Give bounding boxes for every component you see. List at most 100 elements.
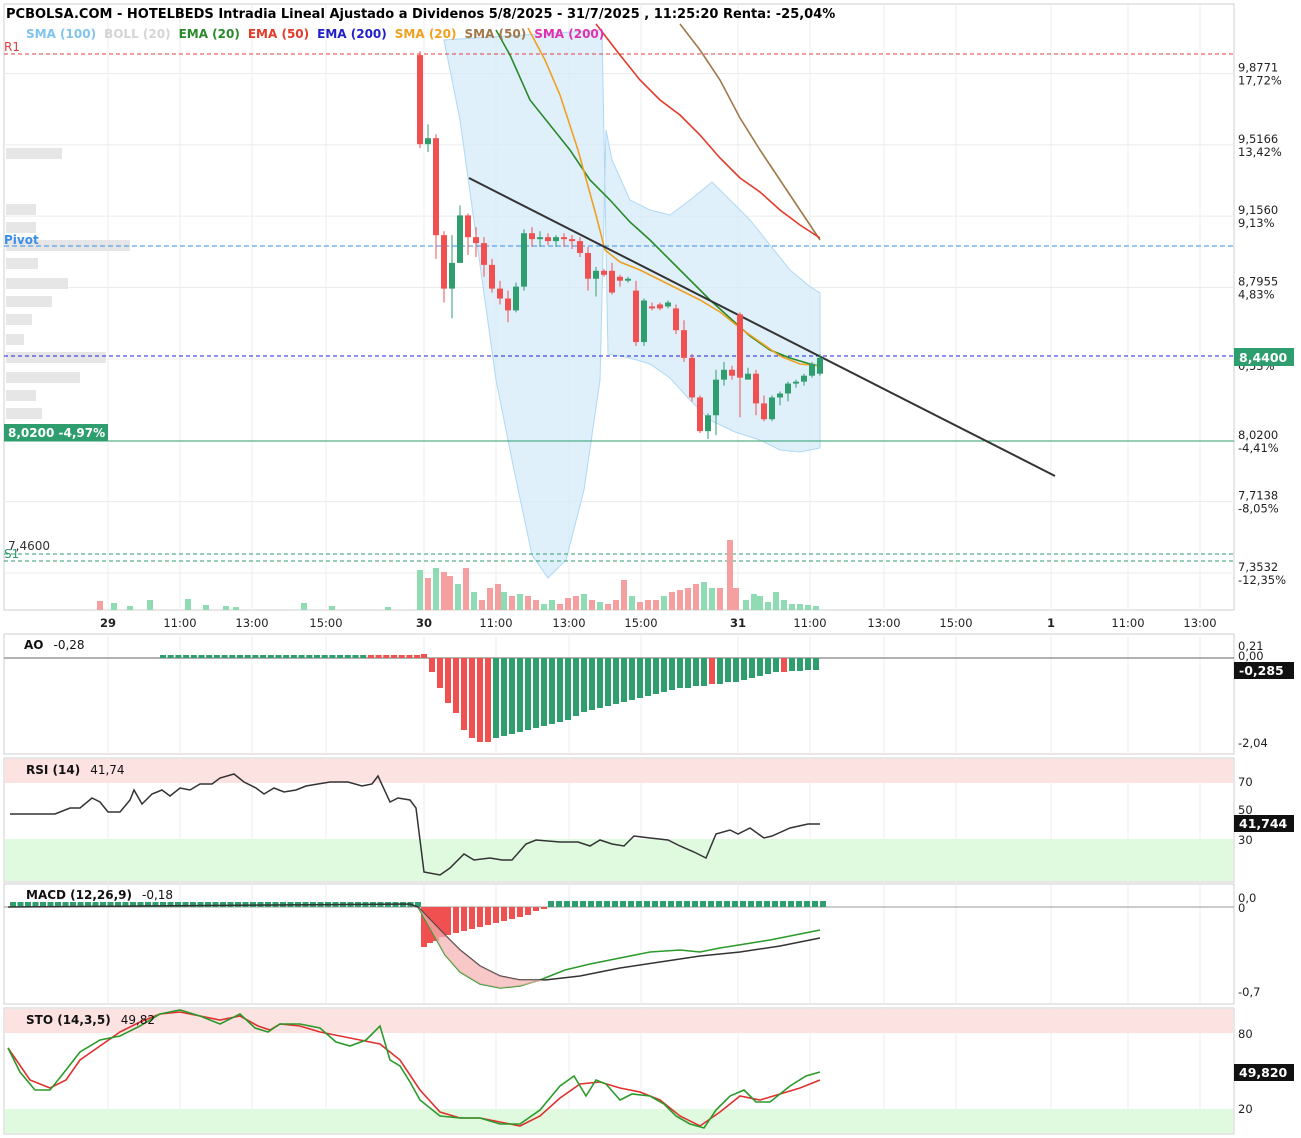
ao-bar: [367, 655, 374, 658]
ao-bar: [597, 658, 603, 708]
macd-hist-bar: [580, 901, 586, 907]
candle-body: [761, 403, 767, 420]
ao-bar: [414, 655, 421, 658]
volume-bar: [479, 600, 485, 610]
candle-body: [745, 373, 751, 380]
macd-hist-bar: [764, 901, 770, 907]
macd-hist-bar: [804, 901, 810, 907]
volume-profile-bar: [6, 352, 106, 363]
macd-hist-bar: [628, 901, 634, 907]
macd-hist-bar: [788, 901, 794, 907]
macd-tick-label: 0: [1238, 901, 1245, 915]
ao-bar: [190, 655, 197, 658]
macd-hist-bar: [588, 901, 594, 907]
ao-bar: [329, 655, 336, 658]
ao-bar: [725, 658, 731, 682]
volume-bar: [329, 606, 335, 610]
rsi-panel-title: RSI (14) 41,74: [26, 763, 125, 777]
macd-hist-bar: [596, 901, 602, 907]
ao-bar: [429, 658, 435, 672]
x-axis-label: 11:00: [163, 616, 196, 630]
candle-body: [729, 369, 735, 376]
macd-hist-bar: [756, 901, 762, 907]
volume-profile-bar: [6, 222, 36, 233]
macd-hist-bar: [227, 902, 234, 907]
volume-bar: [693, 584, 699, 610]
volume-profile-bar: [6, 334, 24, 345]
ao-bar: [709, 658, 715, 684]
macd-hist-bar: [740, 901, 746, 907]
ao-bar: [605, 658, 611, 706]
ao-bar: [789, 658, 795, 671]
macd-hist-bar: [796, 901, 802, 907]
candle-body: [665, 302, 671, 307]
price-tick-label: 7,3532: [1238, 560, 1278, 574]
macd-hist-bar: [235, 902, 241, 907]
ao-bar: [797, 658, 803, 671]
macd-hist-bar: [612, 901, 618, 907]
ao-bar: [344, 655, 351, 658]
volume-profile-bar: [6, 408, 42, 419]
chart-title: PCBOLSA.COM - HOTELBEDS Intradia Lineal …: [6, 7, 835, 22]
ao-bar: [183, 655, 190, 658]
volume-bar: [773, 592, 779, 610]
ao-bar: [517, 658, 523, 732]
x-axis-label: 31: [730, 616, 746, 630]
macd-hist-bar: [692, 901, 698, 907]
x-axis-label: 29: [100, 616, 116, 630]
volume-bar: [501, 592, 507, 610]
candle-body: [785, 383, 791, 394]
ao-bar: [375, 655, 382, 658]
ao-bar: [685, 658, 691, 688]
macd-hist-bar: [572, 901, 578, 907]
candle-body: [737, 314, 743, 378]
candle-body: [465, 215, 471, 238]
candle-body: [561, 237, 567, 240]
candle-body: [633, 290, 639, 343]
macd-hist-bar: [541, 907, 547, 909]
ao-bar: [175, 655, 182, 658]
volume-bar: [743, 600, 749, 610]
volume-profile-bar: [6, 258, 38, 269]
ao-bar: [805, 658, 811, 670]
macd-hist-bar: [469, 907, 475, 929]
candle-body: [601, 270, 607, 275]
macd-hist-bar: [548, 901, 554, 907]
ao-bar: [298, 655, 305, 658]
ao-bar: [749, 658, 755, 678]
ao-bar: [167, 655, 174, 658]
candle-body: [721, 369, 727, 380]
macd-hist-bar: [477, 907, 483, 927]
volume-bar: [147, 600, 153, 610]
sto-panel-title: STO (14,3,5) 49,82: [26, 1013, 155, 1027]
volume-bar: [441, 572, 447, 610]
ao-bar: [637, 658, 643, 698]
volume-bar: [549, 600, 555, 610]
ao-bar: [589, 658, 595, 710]
stock-chart: 29 11:00 13:00 15:00 30 11:00 13:00 15:00 31 11:0…: [3, 3, 1294, 1135]
ao-bar: [477, 658, 483, 742]
macd-hist-bar: [708, 901, 714, 907]
ao-bar: [533, 658, 539, 728]
price-tick-label: 8,0200: [1238, 428, 1278, 442]
volume-bar: [629, 596, 635, 610]
volume-bar: [495, 584, 501, 610]
ao-bar: [206, 655, 213, 658]
volume-bar: [781, 600, 787, 610]
macd-hist-bar: [732, 901, 738, 907]
macd-hist-bar: [220, 902, 226, 907]
volume-bar: [425, 578, 431, 610]
ao-bar: [733, 658, 739, 682]
volume-bar: [765, 602, 771, 610]
candle-body: [649, 306, 655, 309]
volume-profile-bar: [6, 278, 68, 289]
candle-body: [713, 379, 719, 416]
ao-bar: [321, 655, 328, 658]
candle-body: [681, 330, 687, 358]
ao-bar: [352, 655, 359, 658]
ao-bar: [383, 655, 390, 658]
candle-body: [641, 300, 647, 343]
macd-hist-bar: [501, 907, 507, 921]
ao-bar: [485, 658, 491, 742]
volume-bar: [471, 592, 477, 610]
